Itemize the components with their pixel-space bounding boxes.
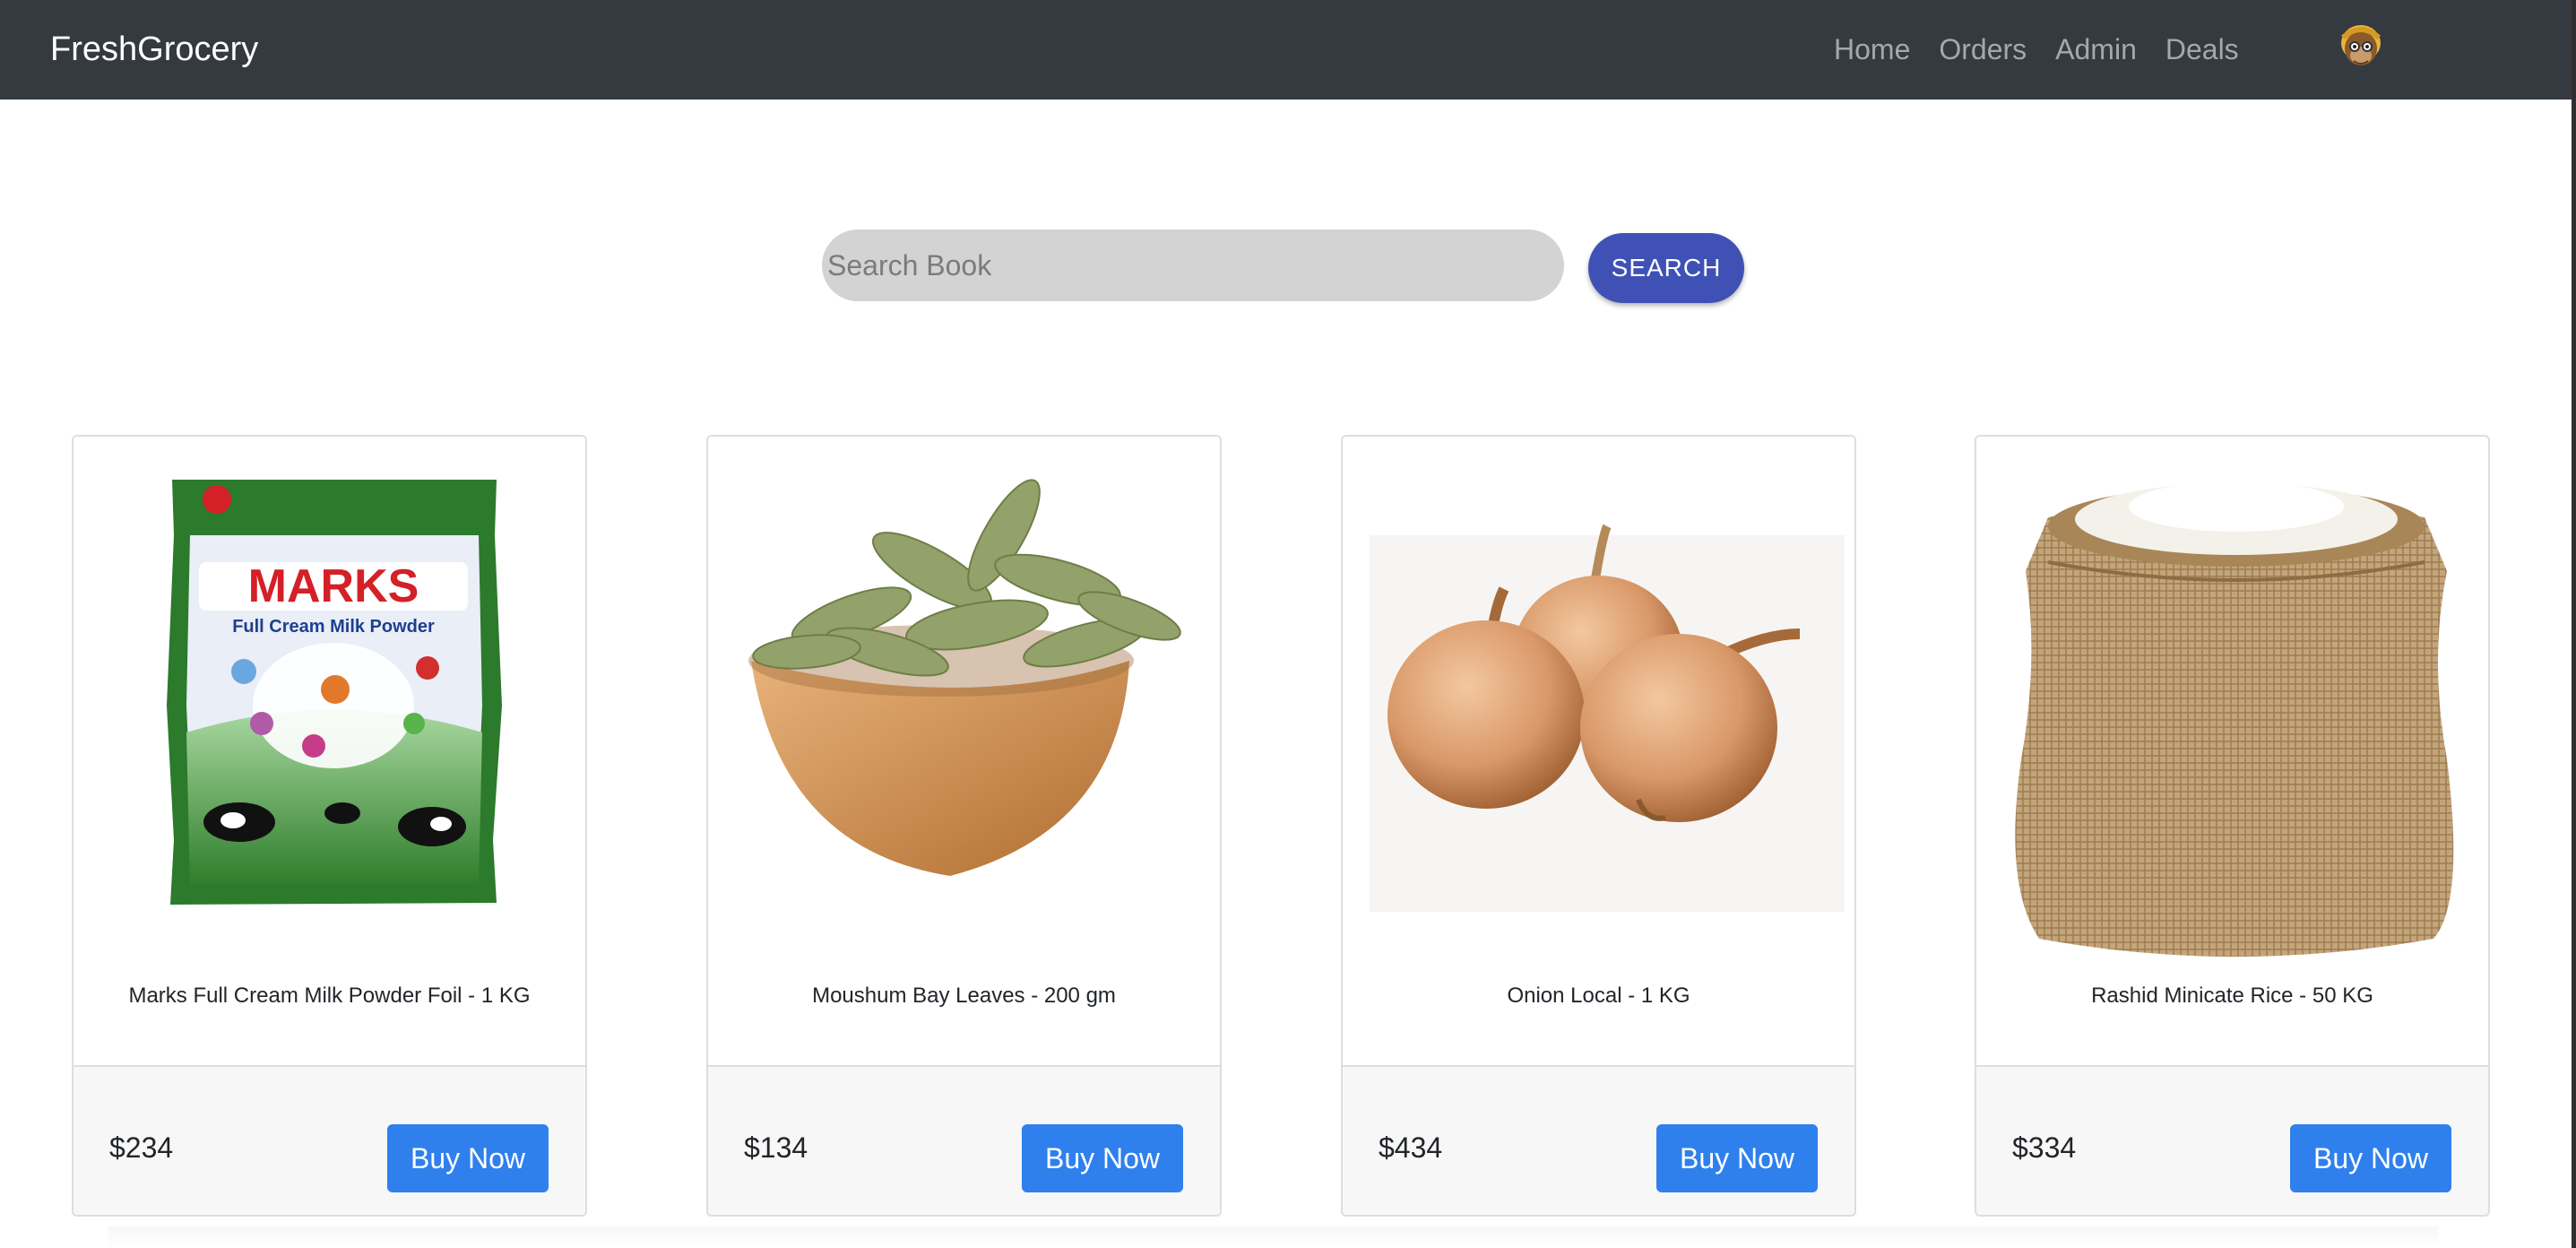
nav-orders-link[interactable]: Orders [1924,0,2041,100]
buy-now-button[interactable]: Buy Now [1022,1124,1183,1192]
nav-home-link[interactable]: Home [1820,0,1924,100]
search-button[interactable]: SEARCH [1588,233,1744,303]
product-price: $234 [109,1131,174,1164]
user-avatar-icon[interactable] [2336,22,2386,75]
bottom-shadow [108,1226,2438,1248]
product-title: Onion Local - 1 KG [1507,984,1690,1008]
product-card: Onion Local - 1 KG $434 Buy Now [1341,435,1856,1217]
product-title: Marks Full Cream Milk Powder Foil - 1 KG [128,984,531,1008]
card-footer: $234 Buy Now [73,1065,585,1215]
product-price: $134 [744,1131,808,1164]
onions-image [1343,437,1854,957]
buy-now-button[interactable]: Buy Now [387,1124,549,1192]
search-input[interactable] [822,230,1564,301]
buy-now-button[interactable]: Buy Now [2290,1124,2451,1192]
card-footer: $134 Buy Now [708,1065,1220,1215]
product-title: Rashid Minicate Rice - 50 KG [2091,984,2373,1008]
product-card: MARKS Full Cream Milk Powder Marks Full … [72,435,587,1217]
product-price: $434 [1379,1131,1443,1164]
top-navbar: FreshGrocery Home Orders Admin Deals [0,0,2572,100]
milk-pack-subtitle: Full Cream Milk Powder [232,617,435,637]
card-footer: $434 Buy Now [1343,1065,1854,1215]
product-title: Moushum Bay Leaves - 200 gm [812,984,1116,1008]
nav-deals-link[interactable]: Deals [2151,0,2253,100]
nav-admin-link[interactable]: Admin [2041,0,2151,100]
card-footer: $334 Buy Now [1976,1065,2488,1215]
product-price: $334 [2012,1131,2077,1164]
nav-links: Home Orders Admin Deals [1820,0,2253,100]
rice-sack-image [1976,437,2488,957]
product-card: Moushum Bay Leaves - 200 gm $134 Buy Now [706,435,1222,1217]
window-edge [2572,0,2576,1248]
page: FreshGrocery Home Orders Admin Deals SEA… [0,0,2576,1248]
bay-leaves-bowl-image [708,437,1220,957]
milk-powder-bag-image: MARKS Full Cream Milk Powder [73,437,585,957]
buy-now-button[interactable]: Buy Now [1656,1124,1818,1192]
product-card: Rashid Minicate Rice - 50 KG $334 Buy No… [1975,435,2490,1217]
milk-brand-mark: MARKS [248,560,419,612]
brand-logo-link[interactable]: FreshGrocery [50,0,258,100]
